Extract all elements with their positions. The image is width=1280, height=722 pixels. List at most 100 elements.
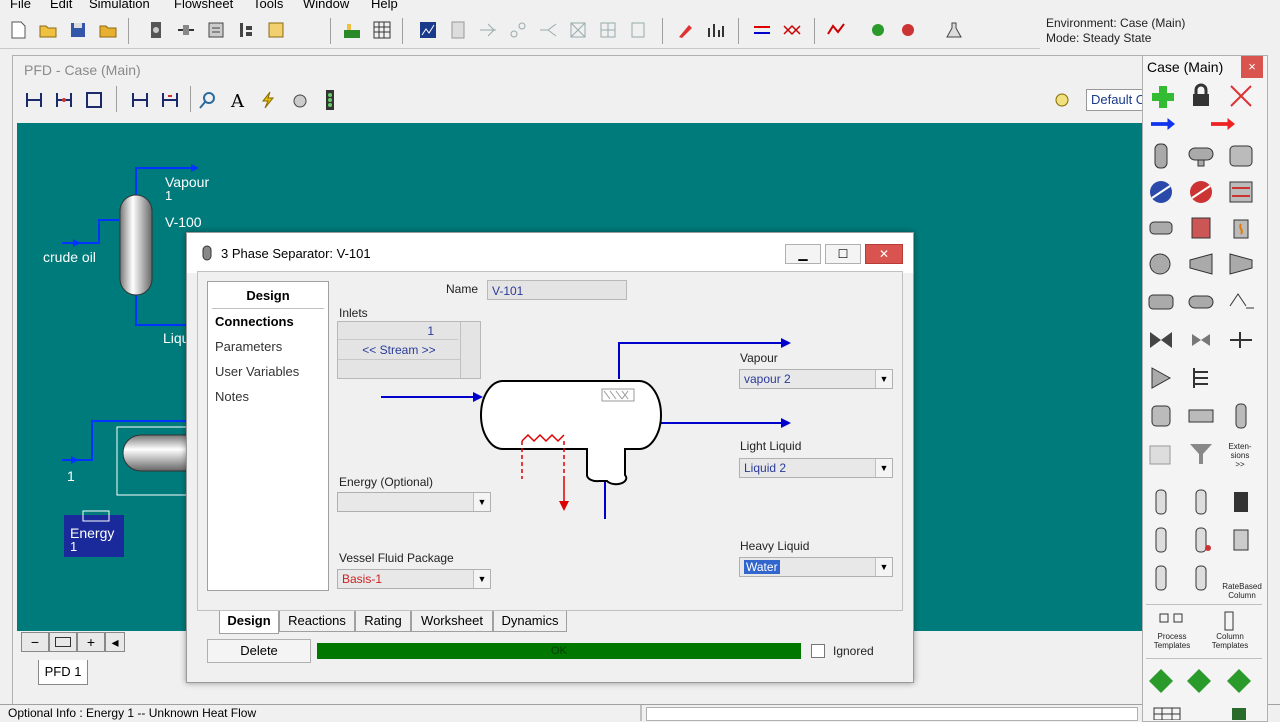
save-icon[interactable] xyxy=(68,20,88,40)
mixer-icon[interactable] xyxy=(1146,364,1176,392)
palette-close-button[interactable]: × xyxy=(1241,56,1263,78)
report-icon[interactable] xyxy=(448,20,468,40)
energy-stream-icon[interactable] xyxy=(1208,110,1238,138)
swap-icon[interactable] xyxy=(160,90,180,110)
minimize-button[interactable]: ▁ xyxy=(785,244,821,264)
spreadsheet-icon[interactable] xyxy=(1146,440,1176,468)
balance-icon[interactable] xyxy=(1152,704,1182,720)
distillation-icon[interactable] xyxy=(1226,488,1256,516)
red-light-icon[interactable] xyxy=(898,20,918,40)
compressible-pipe-icon[interactable] xyxy=(1226,288,1256,316)
funnel-icon[interactable] xyxy=(1186,440,1216,468)
reboiled-absorber-icon[interactable] xyxy=(1186,488,1216,516)
menu-window[interactable]: Window xyxy=(303,0,349,11)
light-liquid-select[interactable]: Liquid 2 ▼ xyxy=(739,458,893,478)
solver-icon[interactable] xyxy=(342,20,362,40)
zoom-out-button[interactable]: − xyxy=(21,632,49,652)
stream-lines-icon[interactable] xyxy=(752,20,772,40)
auto-position-icon[interactable] xyxy=(84,90,104,110)
air-cooler-icon[interactable] xyxy=(1226,178,1256,206)
menu-flowsheet[interactable]: Flowsheet xyxy=(174,0,233,11)
pfd-icon[interactable] xyxy=(176,20,196,40)
delete-button[interactable]: Delete xyxy=(207,639,311,663)
column-icon[interactable] xyxy=(1226,402,1256,430)
heavy-liquid-select[interactable]: Water ▼ xyxy=(739,557,893,577)
scroll-left-button[interactable]: ◂ xyxy=(105,632,125,652)
open-case-icon[interactable] xyxy=(98,20,118,40)
menu-help[interactable]: Help xyxy=(371,0,398,11)
utilities-icon[interactable] xyxy=(236,20,256,40)
flask-icon[interactable] xyxy=(944,20,964,40)
databook-icon[interactable] xyxy=(206,20,226,40)
break-icon[interactable] xyxy=(130,90,150,110)
crossover-icon[interactable] xyxy=(782,20,802,40)
pump-icon[interactable] xyxy=(1146,250,1176,278)
node-icon[interactable] xyxy=(508,20,528,40)
tab-dynamics[interactable]: Dynamics xyxy=(493,611,567,632)
three-phase-separator-icon[interactable] xyxy=(1186,142,1216,170)
logical-recycle-icon[interactable] xyxy=(1224,667,1254,695)
three-phase-column-icon[interactable] xyxy=(1186,526,1216,554)
ratebased-column-button[interactable]: RateBased Column xyxy=(1222,582,1262,600)
vessel-icon[interactable] xyxy=(1146,142,1176,170)
zoom-in-button[interactable]: + xyxy=(77,632,105,652)
lock-icon[interactable] xyxy=(1186,82,1216,110)
pan-hand-icon[interactable] xyxy=(290,90,310,110)
fluid-package-select[interactable]: Basis-1 ▼ xyxy=(337,569,491,589)
tab-worksheet[interactable]: Worksheet xyxy=(411,611,493,632)
menu-edit[interactable]: Edit xyxy=(50,0,72,11)
menu-file[interactable]: File xyxy=(10,0,31,11)
tee-icon[interactable] xyxy=(1226,326,1256,354)
short-cut-column-icon[interactable] xyxy=(1146,564,1176,592)
add-icon[interactable] xyxy=(1148,82,1178,110)
liquid-extractor-icon[interactable] xyxy=(1186,564,1216,592)
maximize-button[interactable]: ☐ xyxy=(825,244,861,264)
close-button[interactable]: ✕ xyxy=(865,244,903,264)
nav-item-notes[interactable]: Notes xyxy=(215,389,249,404)
tab-pfd-1[interactable]: PFD 1 xyxy=(38,660,88,685)
selector-icon[interactable] xyxy=(1224,704,1254,720)
chevron-down-icon[interactable]: ▼ xyxy=(875,459,892,477)
cooler-icon[interactable] xyxy=(1146,178,1176,206)
sheet-icon[interactable] xyxy=(628,20,648,40)
ignored-checkbox[interactable] xyxy=(811,644,825,658)
notes-icon[interactable] xyxy=(266,20,286,40)
fired-heater-icon[interactable] xyxy=(1226,214,1256,242)
workbook-icon[interactable] xyxy=(146,20,166,40)
reactor-icon[interactable] xyxy=(1146,402,1176,430)
chart-icon[interactable] xyxy=(418,20,438,40)
material-stream-icon[interactable] xyxy=(1148,110,1178,138)
green-light-icon[interactable] xyxy=(868,20,888,40)
pencil-icon[interactable] xyxy=(676,20,696,40)
logical-adjust-icon[interactable] xyxy=(1184,667,1214,695)
traffic-light-icon[interactable] xyxy=(320,89,340,111)
pipe-segment-icon[interactable] xyxy=(1186,288,1216,316)
expander-icon[interactable] xyxy=(1226,250,1256,278)
nav-item-parameters[interactable]: Parameters xyxy=(215,339,282,354)
pfr-icon[interactable] xyxy=(1186,402,1216,430)
tank-icon[interactable] xyxy=(1226,142,1256,170)
tab-reactions[interactable]: Reactions xyxy=(279,611,355,632)
absorber-icon[interactable] xyxy=(1146,488,1176,516)
attach-icon[interactable] xyxy=(54,90,74,110)
extensions-button[interactable]: Exten- sions >> xyxy=(1224,442,1256,469)
lightning-icon[interactable] xyxy=(258,90,278,110)
tab-rating[interactable]: Rating xyxy=(355,611,411,632)
nav-item-connections[interactable]: Connections xyxy=(215,314,294,329)
chevron-down-icon[interactable]: ▼ xyxy=(473,570,490,588)
relief-valve-icon[interactable] xyxy=(1186,326,1216,354)
grid-icon[interactable] xyxy=(372,20,392,40)
process-templates-button[interactable]: Process Templates xyxy=(1150,632,1194,650)
column-templates-button[interactable]: Column Templates xyxy=(1208,632,1252,650)
menu-tools[interactable]: Tools xyxy=(253,0,283,11)
logical-set-icon[interactable] xyxy=(1146,667,1176,695)
tab-design[interactable]: Design xyxy=(219,611,279,634)
compressor-icon[interactable] xyxy=(1186,250,1216,278)
text-tool-icon[interactable]: A xyxy=(228,90,248,110)
column-chart-icon[interactable] xyxy=(706,20,726,40)
vapour-select[interactable]: vapour 2 ▼ xyxy=(739,369,893,389)
zoom-icon[interactable] xyxy=(198,90,218,110)
open-folder-icon[interactable] xyxy=(38,20,58,40)
size-icon[interactable] xyxy=(24,90,44,110)
refluxed-absorber-icon[interactable] xyxy=(1146,526,1176,554)
